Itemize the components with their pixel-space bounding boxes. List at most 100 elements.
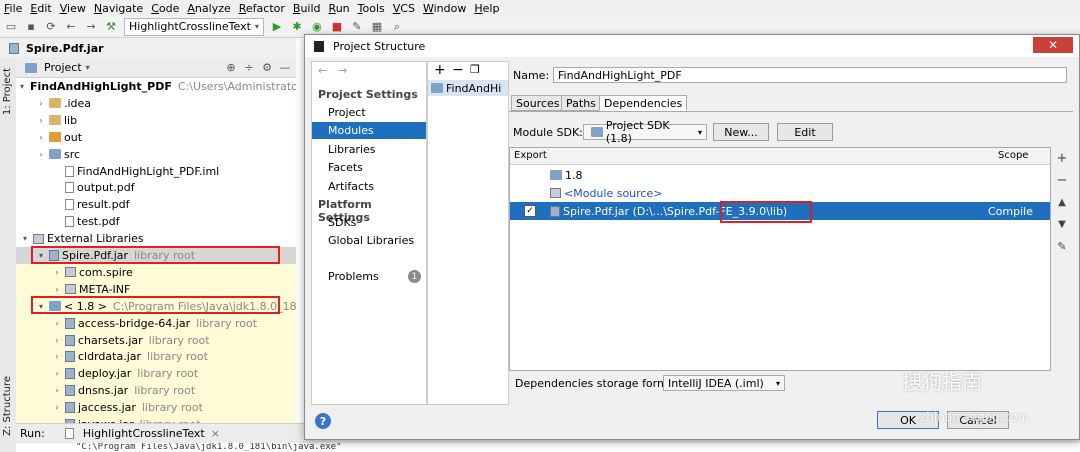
run-config-dropdown[interactable]: HighlightCrosslineText ▾: [124, 17, 264, 36]
nav-back-icon[interactable]: ←: [318, 64, 327, 77]
chevron-down-icon[interactable]: ▾: [86, 63, 90, 72]
save-icon[interactable]: ▪: [24, 20, 38, 34]
project-tool-tab[interactable]: 1: Project: [2, 68, 13, 115]
menu-edit[interactable]: Edit: [26, 2, 55, 15]
tree-item[interactable]: › cldrdata.jar library root: [16, 348, 296, 366]
expand-arrow-icon[interactable]: ›: [52, 268, 62, 277]
copy-module-icon[interactable]: ❐: [470, 63, 480, 76]
menu-window[interactable]: Window: [419, 2, 470, 15]
edit-dependency-icon[interactable]: ✎: [1055, 239, 1069, 253]
help-icon[interactable]: ?: [315, 413, 331, 429]
menu-view[interactable]: View: [56, 2, 90, 15]
hide-icon[interactable]: —: [278, 61, 292, 75]
expand-arrow-icon[interactable]: ›: [52, 336, 62, 345]
expand-arrow-icon[interactable]: ›: [36, 99, 46, 108]
storage-format-select[interactable]: IntelliJ IDEA (.iml) ▾: [663, 375, 785, 391]
sdk-edit-button[interactable]: Edit: [777, 123, 833, 141]
menu-analyze[interactable]: Analyze: [183, 2, 234, 15]
expand-arrow-icon[interactable]: ›: [52, 386, 62, 395]
tree-item[interactable]: › jaccess.jar library root: [16, 399, 296, 417]
tab-sources[interactable]: Sources: [511, 95, 565, 111]
module-name-input[interactable]: FindAndHighLight_PDF: [553, 67, 1067, 83]
tree-item[interactable]: result.pdf: [16, 196, 296, 213]
expand-arrow-icon[interactable]: ›: [36, 133, 46, 142]
tree-item[interactable]: › .idea: [16, 95, 296, 112]
nav-item-global-libraries[interactable]: Global Libraries: [312, 232, 426, 249]
tab-paths[interactable]: Paths: [561, 95, 601, 111]
module-sdk-select[interactable]: Project SDK (1.8) ▾: [583, 119, 707, 145]
nav-item-facets[interactable]: Facets: [312, 159, 426, 176]
search-icon[interactable]: ⌕: [390, 20, 404, 34]
dialog-close-button[interactable]: ✕: [1033, 37, 1073, 53]
run-tab[interactable]: HighlightCrosslineText: [83, 427, 205, 440]
tree-item[interactable]: FindAndHighLight_PDF.iml: [16, 163, 296, 180]
nav-item-libraries[interactable]: Libraries: [312, 141, 426, 158]
tree-item[interactable]: › charsets.jar library root: [16, 331, 296, 349]
tree-item[interactable]: ▾ FindAndHighLight_PDF C:\Users\Administra…: [16, 78, 296, 95]
tree-item[interactable]: › out: [16, 129, 296, 146]
expand-arrow-icon[interactable]: ›: [52, 352, 62, 361]
move-up-icon[interactable]: ▲: [1055, 195, 1069, 209]
tree-item[interactable]: ›javaws.jarlibrary root: [16, 416, 296, 423]
sdk-new-button[interactable]: New...: [713, 123, 769, 141]
expand-arrow-icon[interactable]: ›: [52, 319, 62, 328]
col-export[interactable]: Export: [514, 150, 547, 161]
add-dependency-icon[interactable]: +: [1055, 151, 1069, 166]
menu-tools[interactable]: Tools: [354, 2, 389, 15]
tree-item[interactable]: output.pdf: [16, 179, 296, 196]
settings-wrench-icon[interactable]: ✎: [350, 20, 364, 34]
remove-dependency-icon[interactable]: −: [1055, 173, 1069, 188]
tab-dependencies[interactable]: Dependencies: [599, 95, 688, 111]
nav-forward-icon[interactable]: →: [338, 64, 347, 77]
dependency-row[interactable]: 1.8: [510, 166, 1050, 184]
project-structure-icon[interactable]: ▦: [370, 20, 384, 34]
breadcrumb-label[interactable]: Spire.Pdf.jar: [26, 42, 104, 55]
menu-code[interactable]: Code: [147, 2, 183, 15]
tree-item[interactable]: › deploy.jar library root: [16, 365, 296, 383]
expand-arrow-icon[interactable]: ›: [52, 403, 62, 412]
collapse-icon[interactable]: ÷: [242, 61, 256, 75]
menu-help[interactable]: Help: [470, 2, 503, 15]
tree-item[interactable]: ▾ External Libraries: [16, 230, 296, 247]
gear-icon[interactable]: ⚙: [260, 61, 274, 75]
expand-arrow-icon[interactable]: ›: [52, 285, 62, 294]
tree-item[interactable]: test.pdf: [16, 213, 296, 230]
menu-run[interactable]: Run: [325, 2, 354, 15]
dependency-row[interactable]: <Module source>: [510, 184, 1050, 202]
debug-icon[interactable]: ✱: [290, 20, 304, 34]
tree-item[interactable]: › src: [16, 146, 296, 163]
menu-navigate[interactable]: Navigate: [90, 2, 147, 15]
tree-item[interactable]: › lib: [16, 112, 296, 129]
tree-item[interactable]: › com.spire: [16, 263, 296, 281]
nav-item-sdks[interactable]: SDKs: [312, 214, 426, 231]
close-icon[interactable]: ×: [211, 427, 220, 440]
dependency-scope[interactable]: Compile: [988, 205, 1033, 218]
expand-arrow-icon[interactable]: ›: [36, 116, 46, 125]
nav-item-modules[interactable]: Modules: [312, 122, 426, 140]
remove-module-icon[interactable]: −: [452, 62, 464, 78]
menu-build[interactable]: Build: [289, 2, 325, 15]
module-list-item[interactable]: FindAndHi: [428, 80, 508, 96]
locate-icon[interactable]: ⊕: [224, 61, 238, 75]
nav-item-artifacts[interactable]: Artifacts: [312, 178, 426, 195]
expand-arrow-icon[interactable]: ›: [36, 150, 46, 159]
open-folder-icon[interactable]: ▭: [4, 20, 18, 34]
tree-item[interactable]: › access-bridge-64.jar library root: [16, 314, 296, 332]
run-icon[interactable]: ▶: [270, 20, 284, 34]
coverage-icon[interactable]: ◉: [310, 20, 324, 34]
tree-item[interactable]: › dnsns.jar library root: [16, 382, 296, 400]
stop-icon[interactable]: ■: [330, 20, 344, 34]
col-scope[interactable]: Scope: [998, 150, 1028, 161]
add-module-icon[interactable]: +: [434, 62, 446, 78]
structure-tool-tab[interactable]: Z: Structure: [2, 376, 13, 436]
menu-vcs[interactable]: VCS: [389, 2, 419, 15]
expand-arrow-icon[interactable]: ›: [52, 369, 62, 378]
nav-item-project[interactable]: Project: [312, 104, 426, 121]
expand-arrow-icon[interactable]: ▾: [20, 234, 30, 243]
menu-file[interactable]: File: [0, 2, 26, 15]
sync-icon[interactable]: ⟳: [44, 20, 58, 34]
back-icon[interactable]: ←: [64, 20, 78, 34]
move-down-icon[interactable]: ▼: [1055, 217, 1069, 231]
forward-icon[interactable]: →: [84, 20, 98, 34]
menu-refactor[interactable]: Refactor: [235, 2, 289, 15]
